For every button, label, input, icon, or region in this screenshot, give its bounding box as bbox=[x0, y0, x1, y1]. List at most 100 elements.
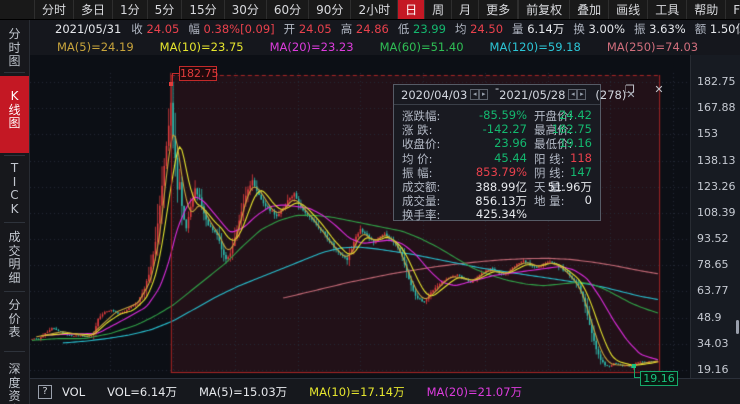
range-start-prev-button[interactable]: ◂ bbox=[470, 89, 480, 100]
low-marker-line2 bbox=[634, 377, 640, 378]
toolbar-item-11[interactable]: 月 bbox=[451, 0, 478, 19]
quote-field-6: 量 6.14万 bbox=[512, 21, 564, 37]
axis-tick-1: 167.88 bbox=[697, 101, 736, 115]
toolbar-tool-4[interactable]: 帮助 bbox=[686, 0, 725, 19]
quote-field-value: 24.05 bbox=[146, 22, 180, 36]
low-marker-dot bbox=[632, 364, 636, 368]
sidebar-item-5[interactable]: 深度资金 bbox=[0, 362, 29, 404]
volume-pane-bar: ? VOL VOL=6.14万 MA(5)=15.03万 MA(10)=17.14万… bbox=[30, 378, 740, 404]
range-end-date: 2021/05/28 bbox=[499, 87, 566, 102]
quote-field-2: 开 24.05 bbox=[284, 21, 332, 37]
high-price-marker: 182.75 bbox=[179, 66, 219, 81]
stats-row-0: 涨跌幅: -85.59% 开盘价: 24.42 bbox=[394, 108, 600, 123]
quote-field-label: 幅 bbox=[188, 22, 204, 36]
quote-field-value: 0.38%[0.09] bbox=[203, 22, 275, 36]
axis-scroll-thumb[interactable] bbox=[736, 320, 739, 334]
quote-field-4: 低 23.99 bbox=[398, 21, 446, 37]
toolbar-item-4[interactable]: 15分 bbox=[181, 0, 223, 19]
stats-panel-body: 涨跌幅: -85.59% 开盘价: 24.42 涨 跌: -142.27 最高价: 182.7… bbox=[394, 105, 600, 222]
quote-field-label: 低 bbox=[397, 22, 414, 36]
stat-value: 118 bbox=[570, 150, 592, 165]
stats-row-6: 成交量: 856.13万地 量: 0 bbox=[394, 193, 600, 208]
stock-app-window: 分时 多日 1分 5分 15分 30分 60分 90分 2小时日周月更多 前复权 叠加 画线 工具 帮助… bbox=[0, 0, 740, 404]
volume-pane-label[interactable]: VOL bbox=[62, 385, 85, 399]
vol-value-2: MA(10)=17.14万 bbox=[309, 384, 405, 399]
quote-fields: 收 24.05 幅 0.38%[0.09] 开 24.05 高 24.86 低 23.9… bbox=[131, 21, 740, 37]
quote-field-value: 6.14万 bbox=[527, 22, 565, 36]
axis-tick-3: 138.13 bbox=[697, 153, 736, 167]
quote-field-label: 振 bbox=[634, 22, 650, 36]
quote-field-value: 24.86 bbox=[355, 22, 389, 36]
quote-field-value: 24.50 bbox=[470, 22, 504, 36]
ma-value-2: MA(20)=23.23 bbox=[269, 39, 354, 54]
sidebar-item-3[interactable]: 成交明细 bbox=[0, 230, 29, 289]
sidebar-item-4[interactable]: 分价表 bbox=[0, 298, 29, 349]
stat-value: 24.42 bbox=[559, 108, 592, 122]
help-icon[interactable]: ? bbox=[38, 384, 52, 399]
range-end-next-button[interactable]: ▸ bbox=[577, 89, 587, 100]
sidebar-item-1[interactable]: K线图 bbox=[0, 76, 29, 153]
stats-row-5: 成交额: 388.99亿天 量: 51.96万 bbox=[394, 179, 600, 194]
toolbar-tool-2[interactable]: 画线 bbox=[608, 0, 647, 19]
toolbar-item-2[interactable]: 1分 bbox=[112, 0, 147, 19]
axis-tick-5: 108.39 bbox=[697, 205, 736, 219]
quote-field-label: 换 bbox=[573, 22, 589, 36]
tools-buttons-group: 前复权叠加画线工具帮助F9隐藏-> bbox=[518, 0, 740, 19]
toolbar-item-9[interactable]: 日 bbox=[397, 0, 425, 19]
sidebar-divider bbox=[4, 155, 25, 156]
quote-field-9: 额 1.50亿 bbox=[695, 21, 740, 37]
low-price-marker: 19.16 bbox=[640, 371, 678, 386]
toolbar-tool-3[interactable]: 工具 bbox=[647, 0, 686, 19]
axis-tick-2: 153 bbox=[697, 127, 718, 141]
chart-window-controls[interactable]: ❐ ✕ bbox=[625, 83, 672, 96]
toolbar-item-8[interactable]: 2小时 bbox=[350, 0, 397, 19]
vol-value-0: VOL=6.14万 bbox=[107, 384, 177, 399]
stats-panel-header: 2020/04/03 ◂ ▸ - 2021/05/28 ◂ ▸ (278) ✕ bbox=[394, 81, 636, 105]
toolbar-item-7[interactable]: 90分 bbox=[308, 0, 350, 19]
stats-row-4: 振 幅: 853.79% 阴 线: 147 bbox=[394, 165, 600, 180]
toolbar-item-10[interactable]: 周 bbox=[424, 0, 451, 19]
stats-panel: 2020/04/03 ◂ ▸ - 2021/05/28 ◂ ▸ (278) ✕ 涨跌… bbox=[393, 81, 636, 222]
axis-tick-8: 63.77 bbox=[697, 284, 729, 298]
quote-field-0: 收 24.05 bbox=[131, 21, 179, 37]
quote-field-8: 振 3.63% bbox=[634, 21, 686, 37]
ma-indicator-bar: MA(5)=24.19 MA(10)=23.75 MA(20)=23.23 MA(60… bbox=[30, 38, 740, 55]
toolbar-item-5[interactable]: 30分 bbox=[223, 0, 266, 19]
toolbar-item-3[interactable]: 5分 bbox=[146, 0, 182, 19]
range-start-steppers: ◂ ▸ bbox=[470, 89, 489, 100]
quote-field-value: 3.63% bbox=[649, 22, 686, 36]
stat-value: 0 bbox=[584, 193, 592, 208]
toolbar-item-6[interactable]: 60分 bbox=[265, 0, 308, 19]
toolbar-item-1[interactable]: 多日 bbox=[73, 0, 112, 19]
period-toolbar: 分时 多日 1分 5分 15分 30分 60分 90分 2小时日周月更多 前复权 叠加 画线 工具 帮助… bbox=[0, 0, 740, 20]
quote-field-value: 1.50亿 bbox=[709, 22, 740, 36]
range-end-prev-button[interactable]: ◂ bbox=[568, 89, 578, 100]
quote-field-label: 量 bbox=[512, 22, 528, 36]
sidebar-item-2[interactable]: TICK bbox=[0, 161, 29, 220]
toolbar-tool-0[interactable]: 前复权 bbox=[518, 0, 569, 19]
stat-value: 19.16 bbox=[559, 136, 592, 151]
axis-tick-6: 93.52 bbox=[697, 232, 729, 246]
high-marker-dot bbox=[169, 82, 173, 86]
sidebar-item-0[interactable]: 分时图 bbox=[0, 27, 29, 70]
sidebar: 分时图 K线图 TICK 成交明细分价表深度资金 bbox=[0, 20, 30, 404]
quote-field-label: 收 bbox=[131, 22, 147, 36]
quote-date: 2021/05/31 bbox=[55, 22, 122, 36]
stat-label: 换手率: bbox=[402, 208, 441, 223]
toolbar-item-12[interactable]: 更多 bbox=[478, 0, 519, 19]
toolbar-item-0[interactable]: 分时 bbox=[34, 0, 73, 19]
toolbar-tool-1[interactable]: 叠加 bbox=[569, 0, 608, 19]
stats-row-1: 涨 跌: -142.27 最高价: 182.75 bbox=[394, 122, 600, 137]
range-end-steppers: ◂ ▸ bbox=[568, 89, 587, 100]
quote-field-label: 均 bbox=[454, 22, 471, 36]
ma-value-5: MA(250)=74.03 bbox=[606, 39, 699, 54]
volume-values: VOL=6.14万 MA(5)=15.03万 MA(10)=17.14万 MA(20)… bbox=[85, 384, 522, 400]
high-marker-line2 bbox=[172, 73, 179, 74]
quote-field-label: 开 bbox=[283, 22, 299, 36]
ma-value-4: MA(120)=59.18 bbox=[489, 39, 581, 54]
axis-tick-0: 182.75 bbox=[697, 75, 736, 88]
toolbar-tool-5[interactable]: F9 bbox=[725, 0, 740, 19]
range-start-next-button[interactable]: ▸ bbox=[479, 89, 489, 100]
quote-field-5: 均 24.50 bbox=[455, 21, 503, 37]
quote-field-3: 高 24.86 bbox=[341, 21, 389, 37]
